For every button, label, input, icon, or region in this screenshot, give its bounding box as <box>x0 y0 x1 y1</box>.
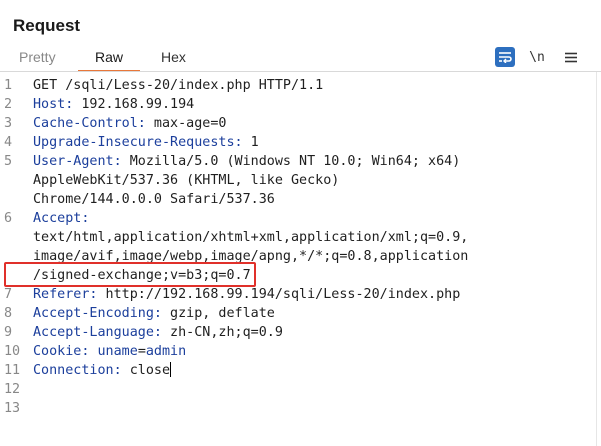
line-code: Cookie: uname=admin <box>33 342 186 361</box>
header-name: Connection: <box>33 363 122 378</box>
line-number: 7 <box>4 287 13 302</box>
line-code: Upgrade-Insecure-Requests: 1 <box>33 133 259 152</box>
header-value: http://192.168.99.194/sqli/Less-20/index… <box>97 287 461 302</box>
header-value: text/html,application/xhtml+xml,applicat… <box>33 230 469 245</box>
cookie-equals: = <box>137 344 146 359</box>
editor-line[interactable]: text/html,application/xhtml+xml,applicat… <box>0 228 601 247</box>
hamburger-menu-icon <box>565 52 577 62</box>
cookie-value: admin <box>145 344 187 359</box>
line-number: 11 <box>4 363 21 378</box>
header-value <box>89 344 97 359</box>
line-code: AppleWebKit/537.36 (KHTML, like Gecko) <box>33 171 339 190</box>
line-code: GET /sqli/Less-20/index.php HTTP/1.1 <box>33 76 323 95</box>
line-code: text/html,application/xhtml+xml,applicat… <box>33 228 468 247</box>
header-value: close <box>121 363 171 378</box>
header-value: max-age=0 <box>145 116 227 131</box>
line-number: 3 <box>4 116 13 131</box>
cookie-name: uname <box>97 344 138 359</box>
line-code: Referer: http://192.168.99.194/sqli/Less… <box>33 285 460 304</box>
line-code: Accept-Language: zh-CN,zh;q=0.9 <box>33 323 283 342</box>
editor-line[interactable]: 2 Host: 192.168.99.194 <box>0 95 601 114</box>
line-number: 2 <box>4 97 13 112</box>
line-number: 1 <box>4 78 13 93</box>
request-editor[interactable]: 1 GET /sqli/Less-20/index.php HTTP/1.1 2 Ho… <box>0 72 601 446</box>
header-name: Accept: <box>33 211 90 226</box>
editor-line[interactable]: 5 User-Agent: Mozilla/5.0 (Windows NT 10.… <box>0 152 601 171</box>
header-value: AppleWebKit/537.36 (KHTML, like Gecko) <box>33 173 340 188</box>
header-value: GET /sqli/Less-20/index.php HTTP/1.1 <box>33 78 324 93</box>
tab-hex[interactable]: Hex <box>161 49 186 65</box>
header-value: 192.168.99.194 <box>73 97 195 112</box>
word-wrap-icon <box>499 52 512 63</box>
panel-title: Request <box>13 16 81 35</box>
header-name: Host: <box>33 97 74 112</box>
line-number: 9 <box>4 325 13 340</box>
header-value: 1 <box>242 135 259 150</box>
line-number: 12 <box>4 382 21 397</box>
header-name: Accept-Language: <box>33 325 162 340</box>
editor-line[interactable]: 3 Cache-Control: max-age=0 <box>0 114 601 133</box>
header-value: zh-CN,zh;q=0.9 <box>162 325 283 340</box>
line-number: 8 <box>4 306 13 321</box>
tab-pretty[interactable]: Pretty <box>19 49 56 65</box>
cookie-highlight-box <box>4 262 256 287</box>
line-code: User-Agent: Mozilla/5.0 (Windows NT 10.0… <box>33 152 460 171</box>
line-code: Accept: <box>33 209 89 228</box>
header-name: Upgrade-Insecure-Requests: <box>33 135 243 150</box>
line-code: Cache-Control: max-age=0 <box>33 114 227 133</box>
line-code: Chrome/144.0.0.0 Safari/537.36 <box>33 190 275 209</box>
tab-raw[interactable]: Raw <box>95 49 123 65</box>
editor-line[interactable]: Chrome/144.0.0.0 Safari/537.36 <box>0 190 601 209</box>
header-name: User-Agent: <box>33 154 122 169</box>
line-code: Accept-Encoding: gzip, deflate <box>33 304 275 323</box>
editor-line[interactable]: 1 GET /sqli/Less-20/index.php HTTP/1.1 <box>0 76 601 95</box>
header-value: Mozilla/5.0 (Windows NT 10.0; Win64; x64… <box>121 154 461 169</box>
line-code: Connection: close <box>33 361 172 380</box>
editor-line[interactable]: 8 Accept-Encoding: gzip, deflate <box>0 304 601 323</box>
header-name: Referer: <box>33 287 98 302</box>
header-name: Accept-Encoding: <box>33 306 162 321</box>
editor-line[interactable]: 6 Accept: <box>0 209 601 228</box>
editor-line[interactable]: AppleWebKit/537.36 (KHTML, like Gecko) <box>0 171 601 190</box>
editor-menu-button[interactable] <box>562 47 580 67</box>
header-value: Chrome/144.0.0.0 Safari/537.36 <box>33 192 275 207</box>
line-number: 5 <box>4 154 13 169</box>
line-number: 4 <box>4 135 13 150</box>
line-number: 10 <box>4 344 21 359</box>
header-value: gzip, deflate <box>162 306 275 321</box>
editor-line[interactable]: 11 Connection: close <box>0 361 601 380</box>
editor-line[interactable]: 10 Cookie: uname=admin <box>0 342 601 361</box>
editor-scrollbar-track[interactable] <box>596 72 597 446</box>
word-wrap-button[interactable] <box>495 47 515 67</box>
line-number: 6 <box>4 211 13 226</box>
line-number: 13 <box>4 401 21 416</box>
editor-line[interactable]: 4 Upgrade-Insecure-Requests: 1 <box>0 133 601 152</box>
show-newlines-button[interactable]: \n <box>526 47 548 67</box>
text-cursor <box>170 362 172 377</box>
header-name: Cache-Control: <box>33 116 146 131</box>
editor-line[interactable]: 7 Referer: http://192.168.99.194/sqli/Les… <box>0 285 601 304</box>
line-code: Host: 192.168.99.194 <box>33 95 194 114</box>
editor-line[interactable]: 9 Accept-Language: zh-CN,zh;q=0.9 <box>0 323 601 342</box>
editor-line[interactable]: 13 <box>0 399 601 418</box>
header-name: Cookie: <box>33 344 90 359</box>
editor-line[interactable]: 12 <box>0 380 601 399</box>
